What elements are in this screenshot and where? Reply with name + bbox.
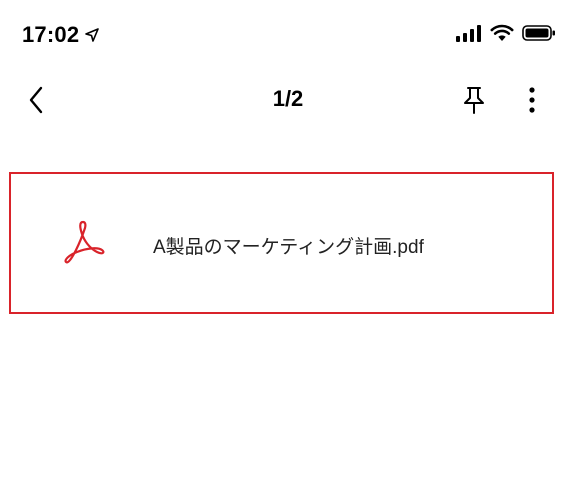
signal-icon: [456, 24, 482, 42]
more-vertical-icon: [528, 86, 536, 119]
wifi-icon: [490, 24, 514, 42]
status-icons: [456, 24, 556, 42]
file-item[interactable]: A製品のマーケティング計画.pdf: [9, 172, 554, 314]
pdf-icon: [59, 218, 107, 266]
battery-icon: [522, 24, 556, 42]
more-options-button[interactable]: [510, 80, 554, 124]
location-arrow-icon: [85, 28, 100, 42]
document-viewer-screen: 17:02 1/2 A製品のマーケティング計画.pdf: [0, 0, 576, 502]
pin-icon: [462, 86, 486, 119]
pin-button[interactable]: [452, 80, 496, 124]
status-time-group: 17:02: [22, 22, 100, 48]
status-bar: 17:02: [0, 0, 576, 70]
status-time: 17:02: [22, 22, 80, 47]
nav-bar: 1/2: [0, 74, 576, 132]
file-name: A製品のマーケティング計画.pdf: [153, 237, 424, 258]
